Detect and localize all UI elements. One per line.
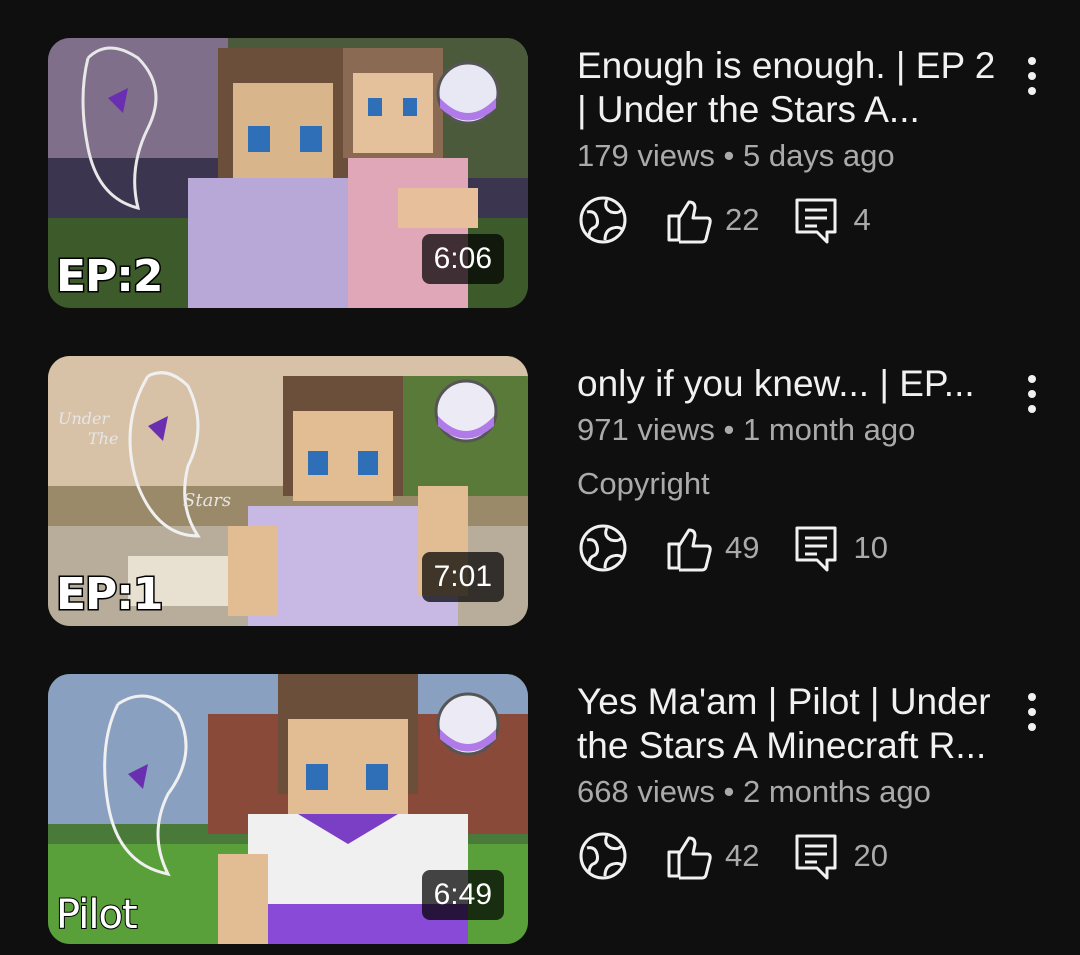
comment-icon[interactable]	[791, 194, 843, 246]
episode-badge: EP:2	[55, 250, 165, 304]
like-count: 42	[725, 838, 760, 873]
comment-count: 20	[853, 838, 888, 873]
video-list: EP:2 6:06 Enough is enough. | EP 2 | Und…	[0, 0, 1080, 955]
svg-text:The: The	[88, 429, 118, 448]
view-count: 971 views	[577, 412, 715, 447]
thumbs-up-icon[interactable]	[663, 830, 715, 882]
upload-age: 1 month ago	[742, 412, 916, 447]
svg-text:Under: Under	[58, 409, 111, 428]
globe-icon[interactable]	[577, 522, 629, 574]
like-count: 22	[725, 202, 760, 237]
video-item[interactable]: Under The Stars EP:1 7:01 only if you kn…	[0, 356, 1080, 626]
globe-icon[interactable]	[577, 194, 629, 246]
video-stats: 22 4	[577, 192, 1007, 248]
video-title[interactable]: only if you knew... | EP...	[577, 356, 1007, 406]
video-info: only if you knew... | EP... 971 views • …	[577, 356, 1007, 576]
video-title[interactable]: Enough is enough. | EP 2 | Under the Sta…	[577, 38, 1007, 132]
comment-count: 4	[853, 202, 871, 237]
duration-badge: 6:06	[421, 234, 504, 284]
more-options-button[interactable]	[1012, 364, 1052, 424]
video-meta: 668 views • 2 months ago	[577, 774, 1007, 810]
like-count: 49	[725, 530, 760, 565]
upload-age: 2 months ago	[742, 774, 931, 809]
more-options-button[interactable]	[1012, 682, 1052, 742]
video-info: Enough is enough. | EP 2 | Under the Sta…	[577, 38, 1007, 248]
duration-badge: 6:49	[421, 870, 504, 920]
video-stats: 42 20	[577, 828, 1007, 884]
comment-icon[interactable]	[791, 830, 843, 882]
globe-icon[interactable]	[577, 830, 629, 882]
video-meta: 971 views • 1 month ago	[577, 412, 1007, 448]
view-count: 179 views	[577, 138, 715, 173]
more-options-button[interactable]	[1012, 46, 1052, 106]
video-meta: 179 views • 5 days ago	[577, 138, 1007, 174]
video-title[interactable]: Yes Ma'am | Pilot | Under the Stars A Mi…	[577, 674, 1007, 768]
meta-separator: •	[723, 774, 735, 809]
video-thumbnail[interactable]: EP:2 6:06	[48, 38, 528, 308]
copyright-notice[interactable]: Copyright	[577, 466, 1007, 502]
upload-age: 5 days ago	[742, 138, 895, 173]
video-thumbnail[interactable]: Under The Stars EP:1 7:01	[48, 356, 528, 626]
video-item[interactable]: Pilot 6:49 Yes Ma'am | Pilot | Under the…	[0, 674, 1080, 944]
episode-badge: Pilot	[55, 891, 139, 939]
video-info: Yes Ma'am | Pilot | Under the Stars A Mi…	[577, 674, 1007, 884]
svg-text:Stars: Stars	[183, 490, 231, 511]
meta-separator: •	[723, 412, 735, 447]
episode-badge: EP:1	[55, 568, 165, 622]
meta-separator: •	[723, 138, 735, 173]
thumbs-up-icon[interactable]	[663, 194, 715, 246]
duration-badge: 7:01	[421, 552, 504, 602]
video-thumbnail[interactable]: Pilot 6:49	[48, 674, 528, 944]
comment-icon[interactable]	[791, 522, 843, 574]
video-item[interactable]: EP:2 6:06 Enough is enough. | EP 2 | Und…	[0, 38, 1080, 308]
thumbs-up-icon[interactable]	[663, 522, 715, 574]
comment-count: 10	[853, 530, 888, 565]
video-stats: 49 10	[577, 520, 1007, 576]
view-count: 668 views	[577, 774, 715, 809]
